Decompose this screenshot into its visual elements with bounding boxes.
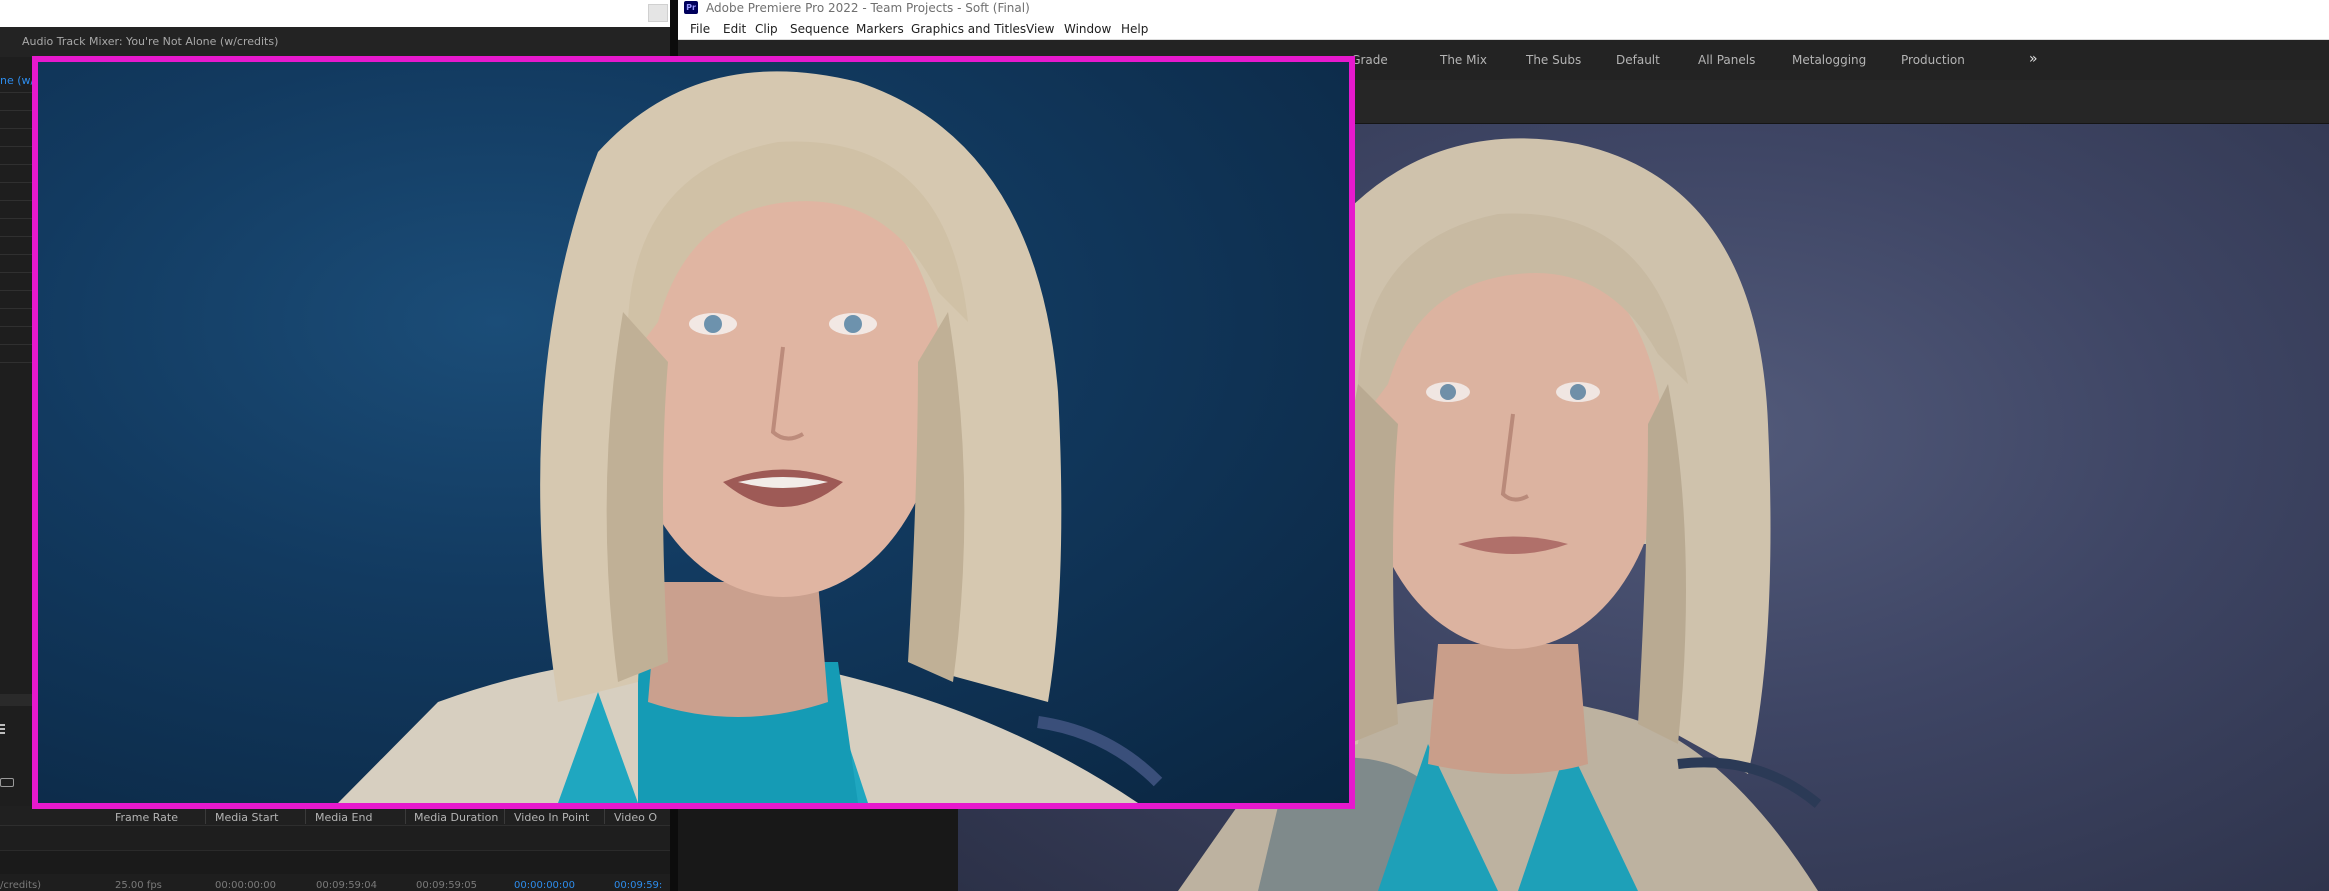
mixer-row-divider <box>0 290 36 291</box>
mixer-row-divider <box>0 362 36 363</box>
workspace-the-mix[interactable]: The Mix <box>1440 53 1487 67</box>
mixer-row-divider <box>0 326 36 327</box>
column-media-end[interactable]: Media End <box>315 811 372 824</box>
menu-view[interactable]: View <box>1026 22 1054 36</box>
mixer-row-divider <box>0 164 36 165</box>
menu-window[interactable]: Window <box>1064 22 1111 36</box>
row-video-in-point-cell[interactable]: 00:00:00:00 <box>514 880 575 891</box>
menu-clip[interactable]: Clip <box>755 22 778 36</box>
menu-help[interactable]: Help <box>1121 22 1148 36</box>
row-name-cell[interactable]: /credits) <box>0 880 41 891</box>
row-frame-rate-cell: 25.00 fps <box>115 880 162 891</box>
mixer-row-divider <box>0 110 36 111</box>
column-separator[interactable] <box>604 808 605 824</box>
mixer-row-divider <box>0 254 36 255</box>
mixer-row-divider <box>0 128 36 129</box>
row-media-start-cell: 00:00:00:00 <box>215 880 277 891</box>
premiere-window-title: Adobe Premiere Pro 2022 - Team Projects … <box>706 1 1030 15</box>
mixer-row-divider <box>0 92 36 93</box>
mixer-row-divider <box>0 182 36 183</box>
left-window-titlebar <box>0 0 670 27</box>
row-media-duration-cell: 00:09:59:05 <box>416 880 478 891</box>
workspace-metalogging[interactable]: Metalogging <box>1792 53 1866 67</box>
mixer-row-divider <box>0 200 36 201</box>
column-separator[interactable] <box>205 808 206 824</box>
workspace-the-subs[interactable]: The Subs <box>1526 53 1581 67</box>
mixer-row-divider <box>0 344 36 345</box>
workspace-all-panels[interactable]: All Panels <box>1698 53 1755 67</box>
project-row-band <box>0 850 670 874</box>
workspace-default[interactable]: Default <box>1616 53 1660 67</box>
column-separator[interactable] <box>405 808 406 824</box>
mixer-sequence-tab[interactable]: ne (w/ <box>0 74 34 87</box>
more-workspaces-button[interactable]: » <box>2029 51 2038 67</box>
column-separator[interactable] <box>305 808 306 824</box>
menu-graphics-and-titles[interactable]: Graphics and Titles <box>911 22 1026 36</box>
menu-markers[interactable]: Markers <box>856 22 904 36</box>
bin-view-icon[interactable] <box>0 778 14 787</box>
column-video-in-point[interactable]: Video In Point <box>514 811 589 824</box>
hamburger-menu-icon[interactable] <box>0 724 5 736</box>
column-frame-rate[interactable]: Frame Rate <box>115 811 178 824</box>
row-media-end-cell: 00:09:59:04 <box>316 880 378 891</box>
column-separator[interactable] <box>504 808 505 824</box>
mixer-row-divider <box>0 272 36 273</box>
column-media-start[interactable]: Media Start <box>215 811 278 824</box>
left-window-close-button[interactable] <box>648 4 668 22</box>
menu-sequence[interactable]: Sequence <box>790 22 849 36</box>
mixer-row-divider <box>0 308 36 309</box>
menu-file[interactable]: File <box>690 22 710 36</box>
row-video-out-point-cell[interactable]: 00:09:59: <box>614 880 662 891</box>
source-video-person <box>338 71 1163 803</box>
column-media-duration[interactable]: Media Duration <box>414 811 498 824</box>
floating-source-monitor[interactable] <box>32 56 1355 809</box>
mixer-row-divider <box>0 236 36 237</box>
mixer-row-divider <box>0 146 36 147</box>
mixer-panel-title[interactable]: Audio Track Mixer: You're Not Alone (w/c… <box>22 35 278 48</box>
menu-edit[interactable]: Edit <box>723 22 746 36</box>
workspace-production[interactable]: Production <box>1901 53 1965 67</box>
mixer-row-divider <box>0 218 36 219</box>
premiere-logo-icon: Pr <box>684 1 698 14</box>
column-video-out-point[interactable]: Video O <box>614 811 657 824</box>
